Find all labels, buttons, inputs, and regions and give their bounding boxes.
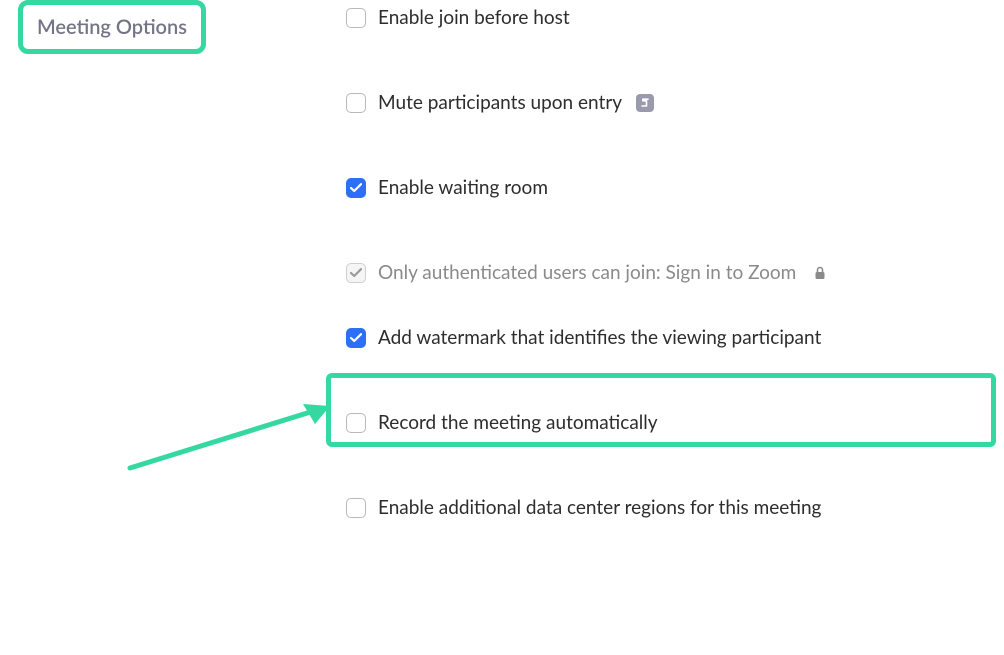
checkbox-join-before-host[interactable]: [346, 8, 366, 28]
option-label: Add watermark that identifies the viewin…: [378, 326, 821, 349]
option-label: Enable waiting room: [378, 176, 548, 199]
info-badge-icon[interactable]: [636, 94, 654, 112]
option-waiting-room: Enable waiting room: [346, 176, 986, 199]
checkbox-data-center[interactable]: [346, 498, 366, 518]
option-label: Record the meeting automatically: [378, 411, 658, 434]
option-auto-record: Record the meeting automatically: [346, 411, 986, 434]
section-title-highlight: Meeting Options: [18, 0, 206, 54]
checkbox-auto-record[interactable]: [346, 413, 366, 433]
option-label: Enable additional data center regions fo…: [378, 496, 821, 519]
option-data-center: Enable additional data center regions fo…: [346, 496, 986, 519]
option-label: Mute participants upon entry: [378, 91, 622, 114]
option-authenticated-users: Only authenticated users can join: Sign …: [346, 261, 986, 284]
checkbox-waiting-room[interactable]: [346, 178, 366, 198]
option-watermark: Add watermark that identifies the viewin…: [346, 326, 986, 349]
section-title: Meeting Options: [37, 15, 187, 39]
checkbox-watermark[interactable]: [346, 328, 366, 348]
annotation-arrow-icon: [125, 368, 335, 473]
lock-icon: [814, 266, 826, 280]
checkbox-mute-on-entry[interactable]: [346, 93, 366, 113]
option-join-before-host: Enable join before host: [346, 6, 986, 29]
checkbox-authenticated-users: [346, 263, 366, 283]
option-label: Enable join before host: [378, 6, 570, 29]
option-label: Only authenticated users can join: Sign …: [378, 261, 796, 284]
meeting-options-list: Enable join before host Mute participant…: [346, 6, 986, 519]
option-mute-on-entry: Mute participants upon entry: [346, 91, 986, 114]
